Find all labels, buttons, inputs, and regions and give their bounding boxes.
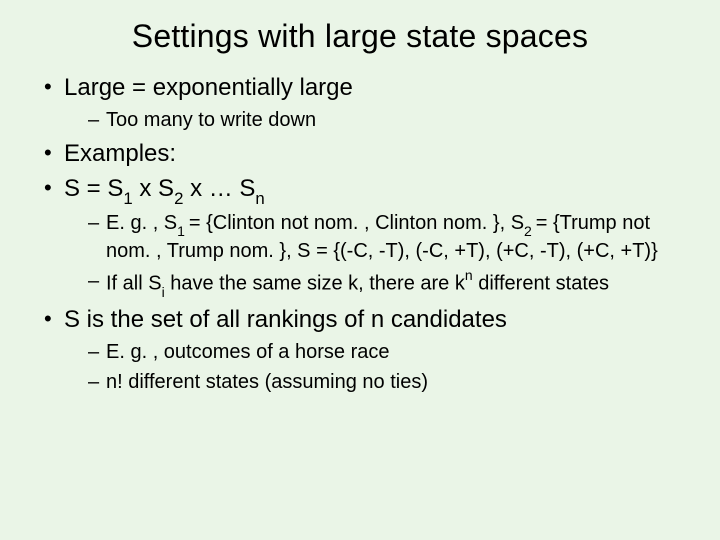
subscript: 2 xyxy=(524,223,536,239)
sub-item: n! different states (assuming no ties) xyxy=(88,370,676,396)
sub-text: Too many to write down xyxy=(106,109,316,131)
sub-list: E. g. , S1 = {Clinton not nom. , Clinton… xyxy=(64,211,676,299)
sub-item: E. g. , outcomes of a horse race xyxy=(88,340,676,366)
sub-item: If all Si have the same size k, there ar… xyxy=(88,269,676,300)
sub-text: = {Clinton not nom. , Clinton nom. }, S xyxy=(189,212,524,234)
subscript: n xyxy=(255,189,264,208)
bullet-item: Large = exponentially large Too many to … xyxy=(44,73,676,133)
bullet-text: x … S xyxy=(183,175,255,202)
bullet-item: Examples: xyxy=(44,139,676,170)
subscript: 1 xyxy=(177,223,189,239)
subscript: 1 xyxy=(123,189,132,208)
bullet-text: x S xyxy=(133,175,174,202)
sub-item: Too many to write down xyxy=(88,108,676,134)
subscript: 2 xyxy=(174,189,183,208)
sub-item: E. g. , S1 = {Clinton not nom. , Clinton… xyxy=(88,211,676,265)
slide-title: Settings with large state spaces xyxy=(0,18,720,55)
sub-list: Too many to write down xyxy=(64,108,676,134)
bullet-text: Large = exponentially large xyxy=(64,74,353,101)
sub-text: have the same size k, there are k xyxy=(165,272,465,294)
bullet-item: S = S1 x S2 x … Sn E. g. , S1 = {Clinton… xyxy=(44,174,676,299)
subscript: i xyxy=(162,284,165,300)
sub-list: E. g. , outcomes of a horse race n! diff… xyxy=(64,340,676,395)
sub-text: E. g. , outcomes of a horse race xyxy=(106,341,389,363)
bullet-text: S is the set of all rankings of n candid… xyxy=(64,306,507,333)
superscript: n xyxy=(465,267,473,283)
sub-text: different states xyxy=(473,272,609,294)
bullet-text: Examples: xyxy=(64,140,176,167)
bullet-list: Large = exponentially large Too many to … xyxy=(0,73,720,395)
slide: Settings with large state spaces Large =… xyxy=(0,0,720,540)
sub-text: E. g. , S xyxy=(106,212,177,234)
sub-text: n! different states (assuming no ties) xyxy=(106,371,428,393)
sub-text: If all S xyxy=(106,272,162,294)
bullet-item: S is the set of all rankings of n candid… xyxy=(44,305,676,395)
bullet-text: S = S xyxy=(64,175,123,202)
